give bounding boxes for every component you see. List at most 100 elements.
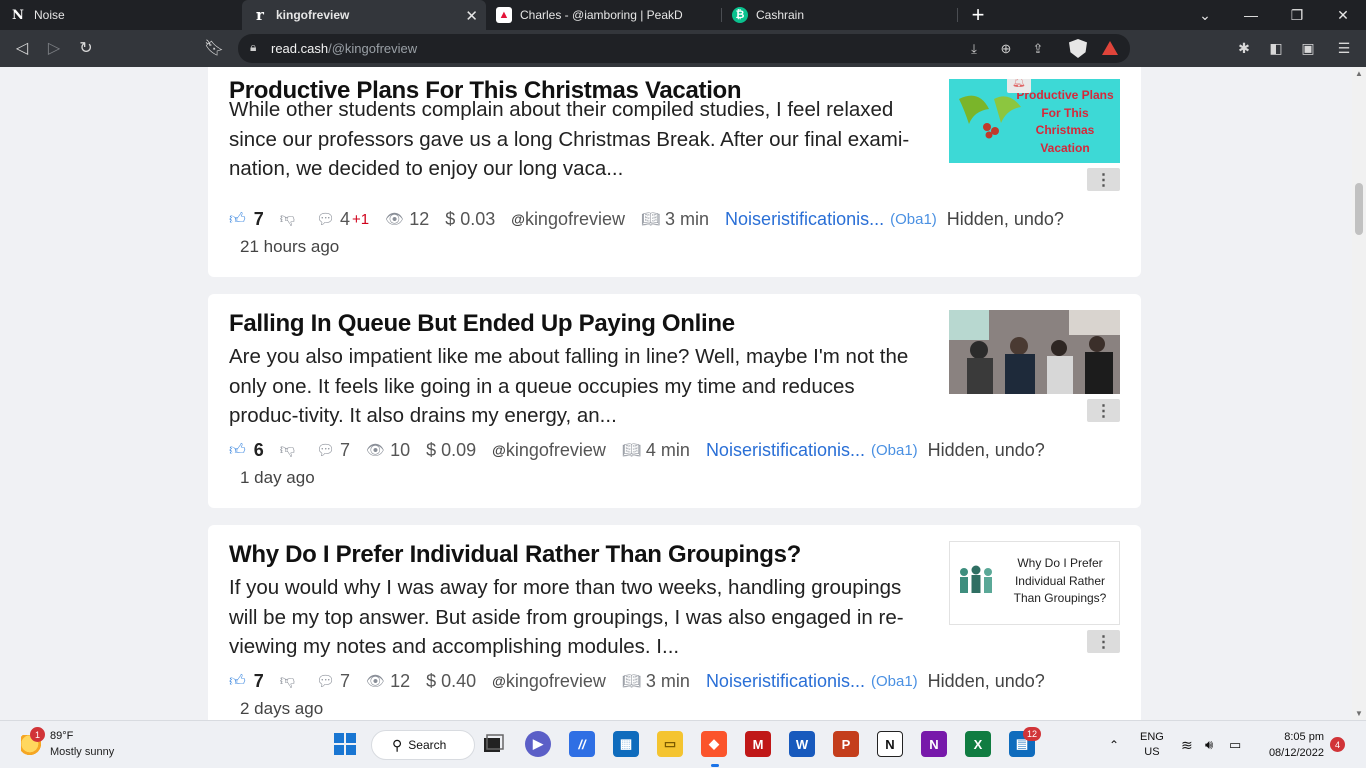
notification-badge[interactable]: 4 — [1330, 737, 1345, 752]
reload-icon[interactable]: ↻ — [75, 37, 97, 59]
author-link[interactable]: kingofreview — [525, 209, 625, 230]
tab-kingofreview[interactable]: r kingofreview ✕ — [242, 0, 486, 30]
tab-search-chevron-icon[interactable]: ⌄ — [1182, 0, 1228, 30]
lock-icon: 🔒︎ — [250, 40, 257, 54]
comment-icon[interactable]: 💬︎ — [316, 672, 335, 690]
extensions-icon[interactable]: ✱ — [1234, 38, 1254, 58]
post-title[interactable]: Why Do I Prefer Individual Rather Than G… — [229, 541, 801, 569]
windows-start-icon[interactable] — [332, 731, 358, 757]
close-window-icon[interactable]: ✕ — [1320, 0, 1366, 30]
scrollbar[interactable]: ▲ ▼ — [1352, 67, 1366, 720]
author-link[interactable]: kingofreview — [506, 440, 606, 461]
post-card[interactable]: Falling In Queue But Ended Up Paying Onl… — [208, 294, 1141, 508]
downvote-icon[interactable]: 👎︎ — [280, 441, 295, 459]
post-thumbnail[interactable] — [949, 310, 1120, 394]
clock[interactable]: 8:05 pm 08/12/2022 — [1258, 729, 1324, 761]
word-icon[interactable]: W — [789, 731, 815, 757]
close-tab-icon[interactable]: ✕ — [465, 7, 478, 25]
comment-icon[interactable]: 💬︎ — [316, 441, 335, 459]
post-excerpt: Are you also impatient like me about fal… — [229, 345, 909, 427]
community-link[interactable]: Noiseristificationis... — [706, 440, 865, 461]
new-comments: +1 — [352, 210, 370, 228]
post-time: 1 day ago — [240, 468, 315, 487]
community-link[interactable]: Noiseristificationis... — [725, 209, 884, 230]
post-menu-button[interactable]: ⋮ — [1087, 399, 1120, 422]
weather-badge: 1 — [30, 727, 45, 742]
sidebar-icon[interactable]: ◧ — [1266, 38, 1286, 58]
downvote-icon[interactable]: 👎︎ — [280, 210, 295, 228]
hidden-undo-link[interactable]: Hidden, undo? — [928, 440, 1045, 461]
menu-icon[interactable]: ☰ — [1334, 38, 1354, 58]
post-card[interactable]: Productive Plans For This Christmas Vaca… — [208, 67, 1141, 277]
downvote-icon[interactable]: 👎︎ — [280, 672, 295, 690]
views-count: 12 — [390, 670, 411, 691]
bookmark-icon[interactable]: 🔖︎ — [203, 37, 225, 59]
tab-label: Noise — [34, 8, 65, 22]
upvote-icon[interactable]: 👍︎ — [229, 441, 246, 460]
editor-app-icon[interactable]: // — [569, 731, 595, 757]
install-app-icon[interactable]: ⤓ — [965, 40, 983, 58]
back-icon[interactable]: ◁ — [11, 37, 33, 59]
task-view-icon[interactable] — [480, 731, 506, 757]
weather-description[interactable]: Mostly sunny — [50, 746, 114, 758]
file-explorer-icon[interactable]: ▭ — [657, 731, 683, 757]
new-tab-button[interactable]: + — [958, 0, 998, 30]
hidden-undo-link[interactable]: Hidden, undo? — [928, 671, 1045, 692]
store-icon[interactable]: ▦ — [613, 731, 639, 757]
community-owner[interactable]: (Oba1) — [890, 211, 937, 228]
language: ENG — [1140, 731, 1164, 743]
post-card[interactable]: Why Do I Prefer Individual Rather Than G… — [208, 525, 1141, 720]
read-time-icon: 📖︎ — [640, 211, 661, 228]
brave-shield-icon[interactable] — [1069, 39, 1087, 58]
onenote-icon[interactable]: N — [921, 731, 947, 757]
notion-icon[interactable]: N — [877, 731, 903, 757]
post-meta: 👍︎ 6 👎︎ 💬︎ 7 👁︎ 10 $ 0.09 @ kingofreview 📖︎ 4… — [229, 438, 1045, 462]
post-thumbnail[interactable]: Productive Plans For This Christmas Vaca… — [949, 79, 1120, 163]
community-owner[interactable]: (Oba1) — [871, 673, 918, 690]
restore-icon[interactable]: ❐ — [1274, 0, 1320, 30]
taskbar-search[interactable]: ⚲ Search — [371, 730, 475, 760]
tab-strip: N Noise r kingofreview ✕ ▲ Charles - @ia… — [0, 0, 1366, 30]
wifi-icon[interactable]: ≋ — [1181, 721, 1193, 768]
forward-icon[interactable]: ▷ — [43, 37, 65, 59]
post-menu-button[interactable]: ⋮ — [1087, 630, 1120, 653]
community-owner[interactable]: (Oba1) — [871, 442, 918, 459]
zoom-icon[interactable]: ⊕ — [997, 40, 1015, 58]
upvote-icon[interactable]: 👍︎ — [229, 210, 246, 229]
wallet-icon[interactable]: ▣ — [1298, 38, 1318, 58]
powerpoint-icon[interactable]: P — [833, 731, 859, 757]
post-title[interactable]: Falling In Queue But Ended Up Paying Onl… — [229, 310, 735, 338]
at-icon: @ — [492, 442, 506, 458]
post-menu-button[interactable]: ⋮ — [1087, 168, 1120, 191]
tab-noise[interactable]: N Noise — [0, 0, 242, 30]
chat-icon[interactable]: ▶ — [525, 731, 551, 757]
clock-date: 08/12/2022 — [1268, 747, 1324, 759]
address-bar[interactable]: 🔒︎ read.cash/@kingofreview ⤓ ⊕ ⇪ — [238, 34, 1130, 63]
scroll-down-icon[interactable]: ▼ — [1355, 709, 1363, 718]
share-icon[interactable]: ⇪ — [1029, 40, 1047, 58]
hidden-undo-link[interactable]: Hidden, undo? — [947, 209, 1064, 230]
minimize-icon[interactable]: — — [1228, 0, 1274, 30]
brave-rewards-icon[interactable] — [1102, 41, 1118, 55]
tab-cashrain[interactable]: ₿ Cashrain — [722, 0, 957, 30]
battery-icon[interactable]: ▭ — [1229, 721, 1241, 768]
toolbar: ◁ ▷ ↻ 🔖︎ 🔒︎ read.cash/@kingofreview ⤓ ⊕ … — [0, 30, 1366, 67]
mcafee-icon[interactable]: M — [745, 731, 771, 757]
temperature[interactable]: 89°F — [50, 730, 73, 742]
brave-browser-icon[interactable]: ◆ — [701, 731, 727, 757]
post-thumbnail[interactable]: Why Do I Prefer Individual Rather Than G… — [949, 541, 1120, 625]
volume-icon[interactable]: 🔊︎ — [1205, 721, 1213, 768]
upvote-icon[interactable]: 👍︎ — [229, 672, 246, 691]
scroll-up-icon[interactable]: ▲ — [1355, 69, 1363, 78]
author-link[interactable]: kingofreview — [506, 671, 606, 692]
readcash-favicon-icon: r — [256, 6, 264, 24]
language-indicator[interactable]: ENG US — [1140, 721, 1164, 768]
tray-chevron-icon[interactable]: ⌃ — [1109, 721, 1119, 768]
noise-favicon-icon: N — [12, 7, 24, 23]
scrollbar-thumb[interactable] — [1355, 183, 1363, 235]
tab-peakd[interactable]: ▲ Charles - @iamboring | PeakD — [486, 0, 721, 30]
comment-icon[interactable]: 💬︎ — [316, 210, 335, 228]
community-link[interactable]: Noiseristificationis... — [706, 671, 865, 692]
url-text: read.cash/@kingofreview — [271, 41, 418, 56]
excel-icon[interactable]: X — [965, 731, 991, 757]
